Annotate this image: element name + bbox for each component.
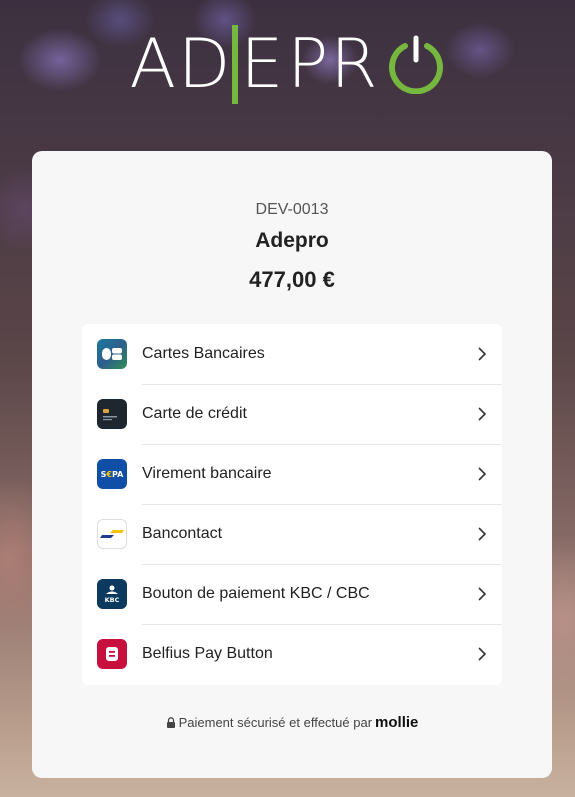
bancontact-icon	[97, 519, 127, 549]
belfius-icon	[97, 639, 127, 669]
order-amount: 477,00 €	[249, 267, 335, 292]
chevron-right-icon	[478, 407, 487, 421]
method-credit-card[interactable]: Carte de crédit	[82, 384, 502, 444]
lock-icon	[166, 717, 175, 728]
secure-text: Paiement sécurisé et effectué par	[178, 715, 373, 730]
cartes-bancaires-icon	[97, 339, 127, 369]
merchant-name: Adepro	[255, 229, 329, 252]
sepa-icon: S € PA	[97, 459, 127, 489]
method-label: Belfius Pay Button	[142, 645, 273, 662]
payment-card: DEV-0013 Adepro 477,00 € Cartes Bancaire…	[32, 151, 552, 778]
method-kbc[interactable]: KBC Bouton de paiement KBC / CBC	[82, 564, 502, 624]
method-cartes-bancaires[interactable]: Cartes Bancaires	[82, 324, 502, 384]
method-label: Virement bancaire	[142, 465, 272, 482]
order-reference: DEV-0013	[255, 201, 329, 218]
method-label: Carte de crédit	[142, 405, 247, 422]
method-label: Bouton de paiement KBC / CBC	[142, 585, 370, 602]
method-sepa-transfer[interactable]: S € PA Virement bancaire	[82, 444, 502, 504]
method-belfius[interactable]: Belfius Pay Button	[82, 624, 502, 684]
chevron-right-icon	[478, 347, 487, 361]
adepro-logo: AD E PR	[0, 24, 575, 104]
chevron-right-icon	[478, 527, 487, 541]
method-label: Bancontact	[142, 525, 223, 542]
chevron-right-icon	[478, 647, 487, 661]
method-label: Cartes Bancaires	[142, 345, 265, 362]
chevron-right-icon	[478, 467, 487, 481]
payment-methods-list: Cartes Bancaires Carte de crédit S € PA Vi…	[82, 324, 502, 685]
svg-text:KBC: KBC	[105, 596, 120, 604]
credit-card-icon	[97, 399, 127, 429]
logo-wordmark: AD E PR	[129, 24, 445, 104]
kbc-icon: KBC	[97, 579, 127, 609]
secure-payment-notice: Paiement sécurisé et effectué par mollie	[32, 714, 552, 731]
power-icon	[388, 35, 443, 94]
chevron-right-icon	[478, 587, 487, 601]
method-bancontact[interactable]: Bancontact	[82, 504, 502, 564]
mollie-logo[interactable]: mollie	[375, 714, 418, 731]
